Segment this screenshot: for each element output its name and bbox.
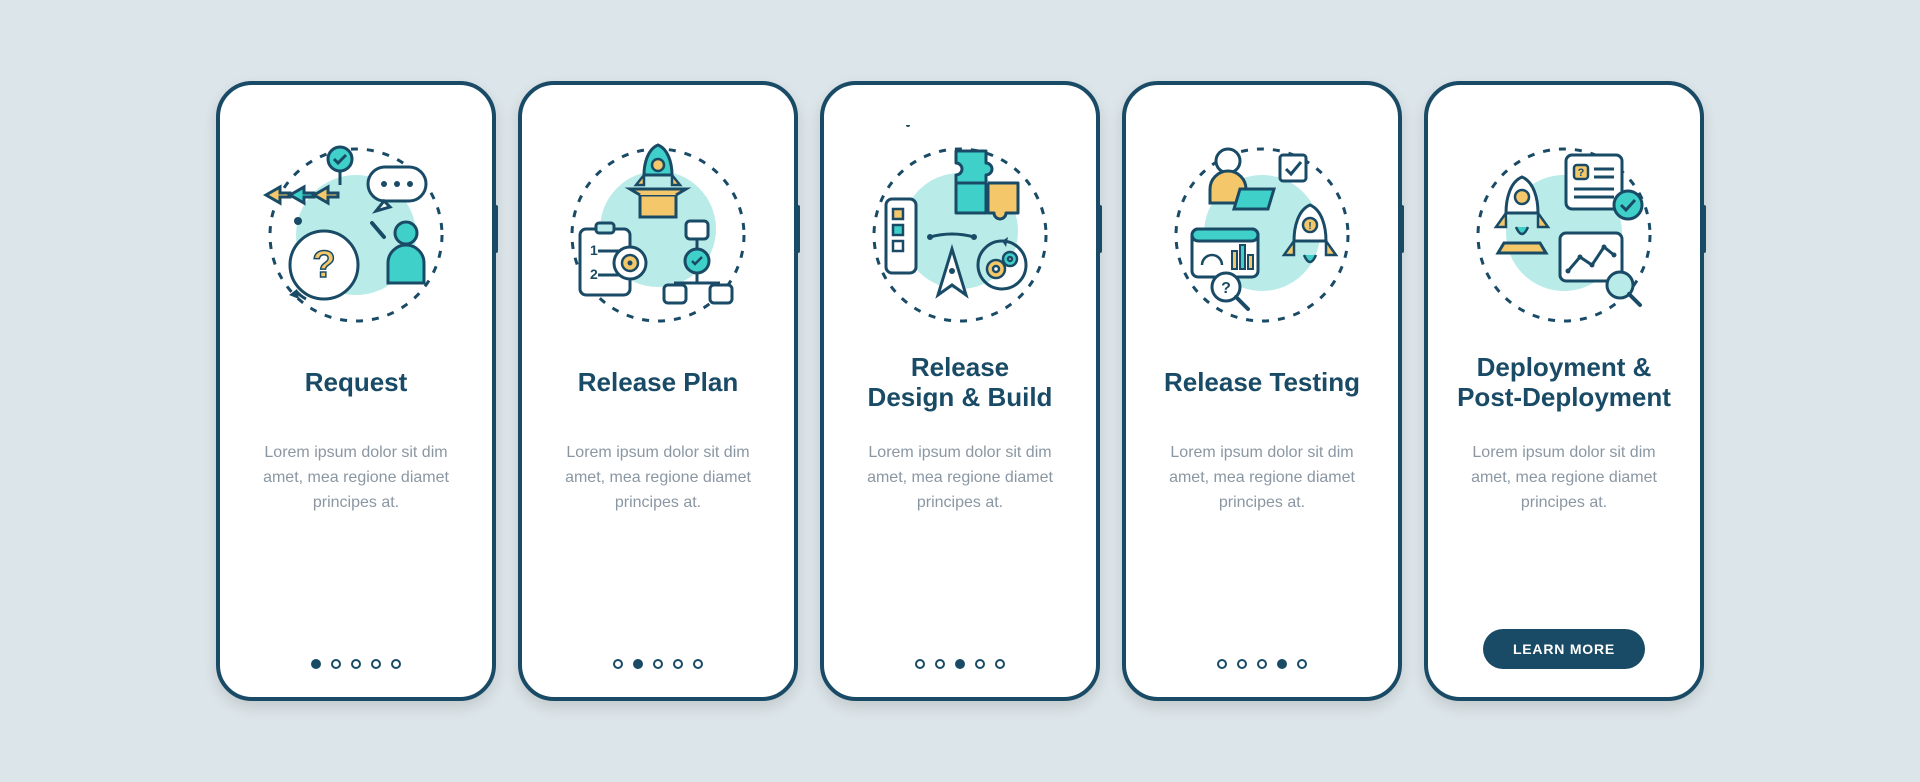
pager-dot[interactable] bbox=[1297, 659, 1307, 669]
svg-text:?: ? bbox=[312, 244, 335, 286]
screen-title: Deployment & Post-Deployment bbox=[1457, 351, 1671, 415]
pager-dot[interactable] bbox=[311, 659, 321, 669]
pager-dot[interactable] bbox=[613, 659, 623, 669]
svg-text:1: 1 bbox=[590, 242, 598, 258]
screen-description: Lorem ipsum dolor sit dim amet, mea regi… bbox=[1452, 441, 1676, 617]
pager-dot[interactable] bbox=[975, 659, 985, 669]
onboarding-screen-build: Release Design & Build Lorem ipsum dolor… bbox=[820, 81, 1100, 701]
build-illustration bbox=[860, 125, 1060, 325]
pager-dot[interactable] bbox=[955, 659, 965, 669]
testing-illustration: ! ? bbox=[1162, 125, 1362, 325]
learn-more-button[interactable]: LEARN MORE bbox=[1483, 629, 1645, 669]
onboarding-screen-testing: ! ? Release Testing Lorem ipsum dolor si… bbox=[1122, 81, 1402, 701]
deploy-illustration: ? bbox=[1464, 125, 1664, 325]
pager-dot[interactable] bbox=[633, 659, 643, 669]
svg-text:!: ! bbox=[1308, 221, 1311, 232]
screen-title: Release Testing bbox=[1164, 351, 1360, 415]
pager-dot[interactable] bbox=[1217, 659, 1227, 669]
svg-text:?: ? bbox=[1221, 280, 1231, 297]
pager-dot[interactable] bbox=[915, 659, 925, 669]
screen-title: Release Design & Build bbox=[868, 351, 1053, 415]
onboarding-screen-plan: 1 2 Release Plan Lorem ipsum dolor sit d… bbox=[518, 81, 798, 701]
screen-title: Release Plan bbox=[578, 351, 738, 415]
screen-description: Lorem ipsum dolor sit dim amet, mea regi… bbox=[244, 441, 468, 647]
pager-dot[interactable] bbox=[1257, 659, 1267, 669]
pager-dot[interactable] bbox=[653, 659, 663, 669]
svg-text:?: ? bbox=[1578, 167, 1585, 179]
pager-dot[interactable] bbox=[1237, 659, 1247, 669]
pager-dot[interactable] bbox=[693, 659, 703, 669]
pager-dot[interactable] bbox=[331, 659, 341, 669]
pager-dot[interactable] bbox=[371, 659, 381, 669]
screen-description: Lorem ipsum dolor sit dim amet, mea regi… bbox=[1150, 441, 1374, 647]
svg-text:2: 2 bbox=[590, 266, 598, 282]
screen-description: Lorem ipsum dolor sit dim amet, mea regi… bbox=[546, 441, 770, 647]
screen-title: Request bbox=[305, 351, 408, 415]
pager-dot[interactable] bbox=[1277, 659, 1287, 669]
onboarding-screen-request: ? Request Lorem ipsum dolor sit dim amet… bbox=[216, 81, 496, 701]
pager-dot[interactable] bbox=[995, 659, 1005, 669]
pager-dot[interactable] bbox=[935, 659, 945, 669]
pager-dot[interactable] bbox=[673, 659, 683, 669]
pager-dot[interactable] bbox=[351, 659, 361, 669]
page-indicator bbox=[1217, 659, 1307, 669]
page-indicator bbox=[613, 659, 703, 669]
pager-dot[interactable] bbox=[391, 659, 401, 669]
screen-description: Lorem ipsum dolor sit dim amet, mea regi… bbox=[848, 441, 1072, 647]
request-illustration: ? bbox=[256, 125, 456, 325]
plan-illustration: 1 2 bbox=[558, 125, 758, 325]
page-indicator bbox=[915, 659, 1005, 669]
page-indicator bbox=[311, 659, 401, 669]
onboarding-screen-deploy: ? Deployment & Post-Deployment Lorem ips… bbox=[1424, 81, 1704, 701]
